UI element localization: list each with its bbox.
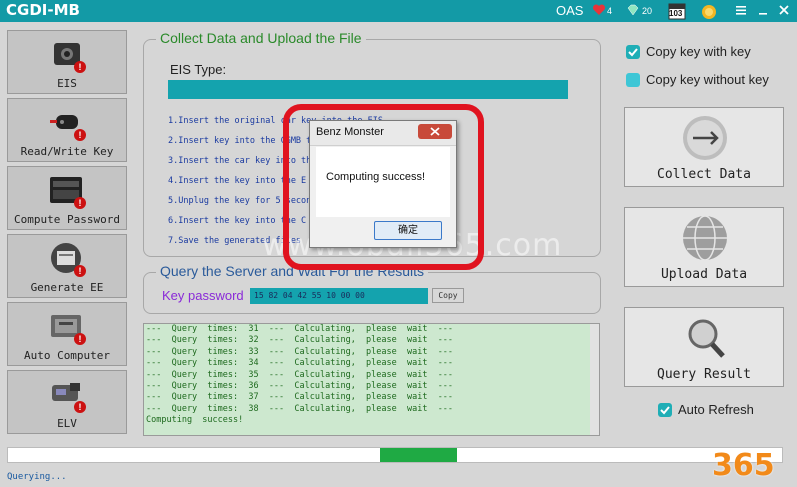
sidebar-item-label: Read/Write Key	[20, 145, 114, 158]
title-bar: CGDI-MB OAS 4 20 103	[0, 0, 797, 22]
sidebar-item-label: Auto Computer	[23, 349, 111, 362]
sidebar-item-eis[interactable]: ! EIS	[7, 30, 127, 94]
log-line: --- Query times: 33 --- Calculating, ple…	[146, 346, 454, 357]
dialog-title-bar: Benz Monster	[310, 121, 456, 146]
message-dialog: Benz Monster Computing success! 确定	[309, 120, 457, 248]
query-result-button[interactable]: Query Result	[624, 307, 784, 387]
key-password-label: Key password	[162, 288, 244, 303]
progress-segment	[380, 448, 457, 462]
collect-data-button[interactable]: Collect Data	[624, 107, 784, 187]
close-icon[interactable]	[777, 3, 793, 19]
key-password-field[interactable]: 15 82 04 42 55 10 00 00	[250, 288, 428, 304]
log-line: --- Query times: 31 --- Calculating, ple…	[146, 324, 454, 334]
sidebar-item-label: Compute Password	[14, 213, 120, 226]
log-line: --- Query times: 35 --- Calculating, ple…	[146, 369, 454, 380]
dialog-body: Computing success!	[316, 147, 450, 217]
gem-icon	[626, 3, 642, 19]
usb-icon	[683, 116, 727, 160]
auto-refresh-checkbox[interactable]	[658, 403, 672, 417]
warning-badge: !	[74, 265, 86, 277]
warning-badge: !	[74, 197, 86, 209]
copy-button[interactable]: Copy	[432, 288, 464, 303]
copy-with-key-checkbox[interactable]	[626, 45, 640, 59]
sidebar-item-label: ELV	[57, 417, 77, 430]
sidebar-item-label: Generate EE	[30, 281, 104, 294]
dialog-ok-button[interactable]: 确定	[374, 221, 442, 240]
progress-bar	[7, 447, 783, 463]
warning-badge: !	[74, 333, 86, 345]
log-scrollbar[interactable]	[590, 324, 599, 435]
upload-data-label: Upload Data	[660, 267, 748, 282]
copy-without-key-label: Copy key without key	[646, 72, 769, 87]
sidebar-item-read-write-key[interactable]: ! Read/Write Key	[7, 98, 127, 162]
copy-with-key-label: Copy key with key	[646, 44, 751, 59]
eis-type-field	[168, 80, 568, 99]
minimize-icon[interactable]	[756, 3, 772, 19]
warning-badge: !	[74, 61, 86, 73]
status-text: Querying...	[7, 472, 67, 482]
collect-panel-title: Collect Data and Upload the File	[156, 30, 366, 46]
magnifier-icon	[688, 319, 725, 358]
watermark-logo: 365	[712, 448, 775, 483]
hamburger-icon[interactable]	[734, 3, 750, 19]
heart-icon	[592, 3, 608, 19]
sidebar-item-auto-computer[interactable]: ! Auto Computer	[7, 302, 127, 366]
gems-count: 20	[642, 6, 653, 16]
log-line: --- Query times: 38 --- Calculating, ple…	[146, 403, 454, 414]
query-result-label: Query Result	[657, 367, 751, 382]
collect-data-label: Collect Data	[657, 167, 751, 182]
log-line: --- Query times: 34 --- Calculating, ple…	[146, 358, 454, 369]
close-icon	[430, 127, 440, 136]
warning-badge: !	[74, 129, 86, 141]
log-line: --- Query times: 36 --- Calculating, ple…	[146, 380, 454, 391]
log-line: --- Query times: 32 --- Calculating, ple…	[146, 335, 454, 346]
copy-without-key-checkbox[interactable]	[626, 73, 640, 87]
dialog-title: Benz Monster	[316, 126, 384, 138]
sidebar-item-label: EIS	[57, 77, 77, 90]
hearts-count: 4	[607, 6, 613, 16]
sidebar-item-compute-password[interactable]: ! Compute Password	[7, 166, 127, 230]
calendar-value: 103	[669, 9, 683, 18]
query-panel: Query the Server and Wait For the Result…	[143, 263, 601, 314]
oas-label[interactable]: OAS	[556, 3, 583, 18]
auto-refresh-label: Auto Refresh	[678, 402, 754, 417]
warning-badge: !	[74, 401, 86, 413]
sidebar-item-generate-ee[interactable]: ! Generate EE	[7, 234, 127, 298]
dialog-message: Computing success!	[326, 171, 426, 183]
sidebar-item-elv[interactable]: ! ELV	[7, 370, 127, 434]
medal-icon[interactable]	[700, 2, 718, 20]
app-title: CGDI-MB	[6, 1, 80, 19]
upload-data-button[interactable]: Upload Data	[624, 207, 784, 287]
log-line: Computing success!	[146, 415, 244, 426]
log-output: --- Query times: 31 --- Calculating, ple…	[143, 323, 600, 436]
eis-type-label: EIS Type:	[170, 62, 227, 77]
globe-icon	[683, 215, 727, 261]
dialog-close-button[interactable]	[418, 124, 452, 139]
log-line: --- Query times: 37 --- Calculating, ple…	[146, 392, 454, 403]
